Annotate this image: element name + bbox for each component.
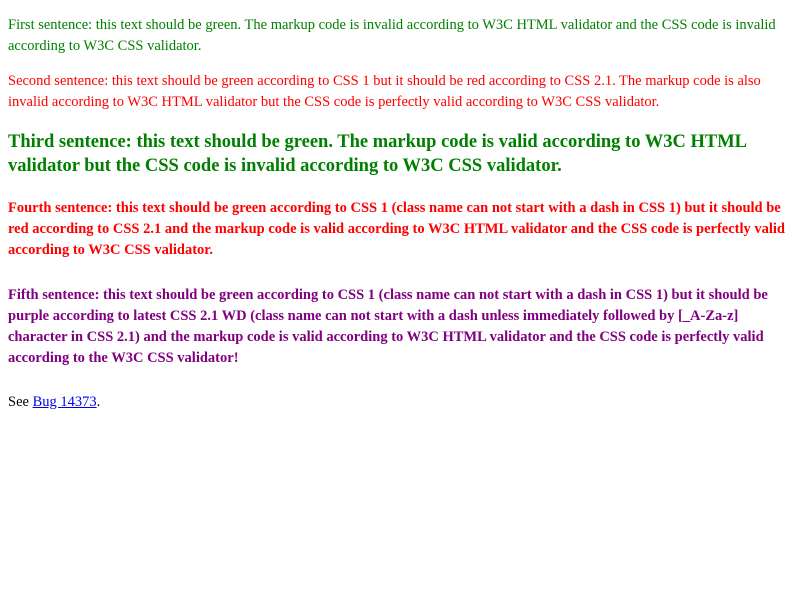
- see-bug-line: See Bug 14373.: [8, 392, 408, 413]
- third-sentence: Third sentence: this text should be gree…: [8, 132, 746, 176]
- fourth-sentence: Fourth sentence: this text should be gre…: [8, 200, 785, 258]
- page: First sentence: this text should be gree…: [0, 0, 800, 600]
- first-sentence: First sentence: this text should be gree…: [8, 17, 776, 54]
- second-sentence: Second sentence: this text should be gre…: [8, 73, 761, 110]
- fifth-sentence: Fifth sentence: this text should be gree…: [8, 287, 768, 366]
- bug-link[interactable]: Bug 14373: [33, 394, 97, 410]
- see-prefix: See: [8, 394, 33, 410]
- see-suffix: .: [96, 394, 101, 410]
